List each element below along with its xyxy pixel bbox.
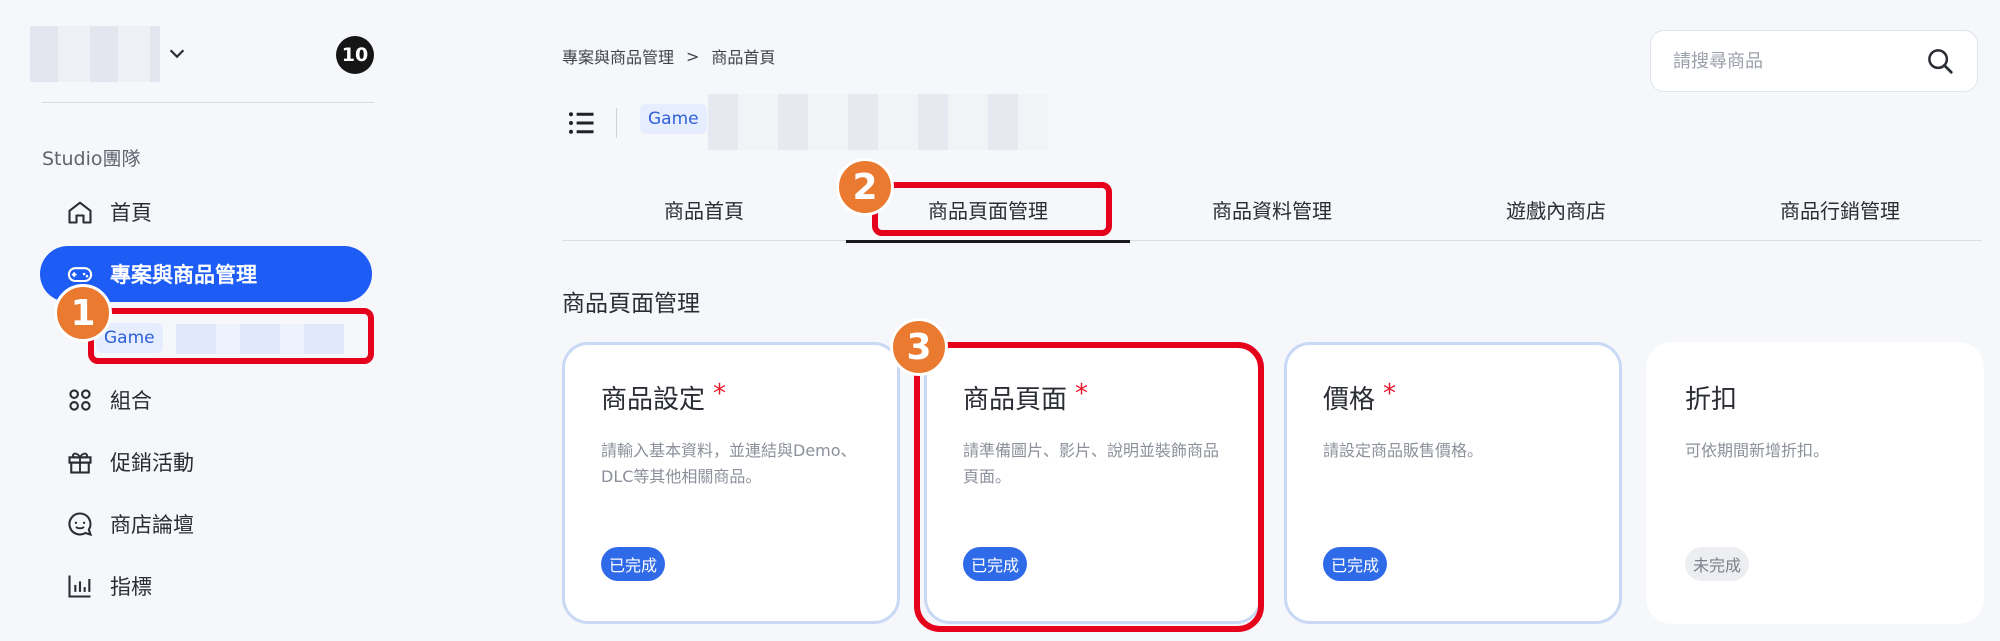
highlight-box-3 (914, 342, 1264, 632)
sidebar-item-bundles[interactable]: 組合 (40, 372, 372, 428)
card-title: 折扣 (1685, 379, 1945, 416)
status-badge: 已完成 (1323, 547, 1388, 581)
breadcrumb-item[interactable]: 專案與商品管理 (562, 44, 674, 68)
sidebar-item-label: 商店論壇 (110, 513, 194, 537)
search-icon[interactable] (1925, 46, 1955, 76)
required-mark: * (1383, 379, 1397, 409)
gift-icon (68, 452, 92, 474)
card-description: 請輸入基本資料，並連結與Demo、DLC等其他相關商品。 (601, 441, 857, 486)
chevron-down-icon[interactable] (166, 42, 188, 64)
chat-icon (68, 512, 93, 537)
breadcrumb-separator: > (686, 46, 700, 66)
bundle-icon (69, 389, 91, 411)
card-product-settings[interactable]: 商品設定 * 請輸入基本資料，並連結與Demo、DLC等其他相關商品。 已完成 (562, 342, 900, 624)
card-title: 商品設定 * (601, 379, 861, 416)
tab-product-marketing[interactable]: 商品行銷管理 (1698, 178, 1982, 241)
sidebar-item-forum[interactable]: 商店論壇 (40, 496, 372, 552)
card-price[interactable]: 價格 * 請設定商品販售價格。 已完成 (1284, 342, 1622, 624)
tab-in-game-store[interactable]: 遊戲內商店 (1414, 178, 1698, 241)
chart-icon (68, 575, 91, 598)
search-input[interactable] (1673, 50, 1925, 72)
breadcrumb: 專案與商品管理 > 商品首頁 (562, 44, 775, 68)
team-label: Studio團隊 (42, 148, 141, 170)
card-title: 價格 * (1323, 379, 1583, 416)
step-marker-2: 2 (836, 158, 894, 216)
product-title-redacted (708, 94, 1048, 150)
section-title: 商品頁面管理 (562, 291, 700, 317)
workspace-selector-redacted[interactable] (30, 26, 160, 82)
required-mark: * (713, 379, 727, 409)
card-description: 可依期間新增折扣。 (1685, 441, 1830, 460)
home-icon (68, 201, 92, 224)
card-description: 請設定商品販售價格。 (1323, 441, 1484, 460)
status-badge: 已完成 (601, 547, 666, 581)
card-title-text: 折扣 (1685, 385, 1738, 415)
sidebar-item-label: 專案與商品管理 (110, 263, 257, 287)
notification-badge[interactable]: 10 (336, 36, 374, 74)
status-badge: 未完成 (1685, 547, 1750, 581)
tab-product-data-management[interactable]: 商品資料管理 (1130, 178, 1414, 241)
sidebar-item-metrics[interactable]: 指標 (40, 558, 372, 614)
breadcrumb-item[interactable]: 商品首頁 (711, 44, 775, 68)
card-discount[interactable]: 折扣 可依期間新增折扣。 未完成 (1646, 342, 1984, 624)
highlight-box-2 (872, 182, 1112, 236)
divider (616, 108, 617, 138)
sidebar-item-promotions[interactable]: 促銷活動 (40, 434, 372, 490)
sidebar-item-label: 指標 (110, 575, 152, 599)
title-game-tag: Game (640, 104, 707, 134)
divider (42, 102, 374, 103)
step-marker-3: 3 (890, 318, 948, 376)
tab-product-home[interactable]: 商品首頁 (562, 178, 846, 241)
list-icon[interactable] (566, 108, 596, 138)
search-box[interactable] (1650, 30, 1978, 92)
tab-bar: 商品首頁 商品頁面管理 商品資料管理 遊戲內商店 商品行銷管理 (562, 178, 1982, 243)
sidebar-item-home[interactable]: 首頁 (40, 184, 372, 240)
step-marker-1: 1 (54, 284, 112, 342)
sidebar-item-label: 組合 (110, 389, 152, 413)
sidebar-item-label: 首頁 (110, 201, 152, 225)
card-title-text: 商品設定 (601, 385, 706, 415)
card-title-text: 價格 (1323, 385, 1376, 415)
sidebar-item-label: 促銷活動 (110, 451, 194, 475)
highlight-box-1 (88, 308, 374, 364)
